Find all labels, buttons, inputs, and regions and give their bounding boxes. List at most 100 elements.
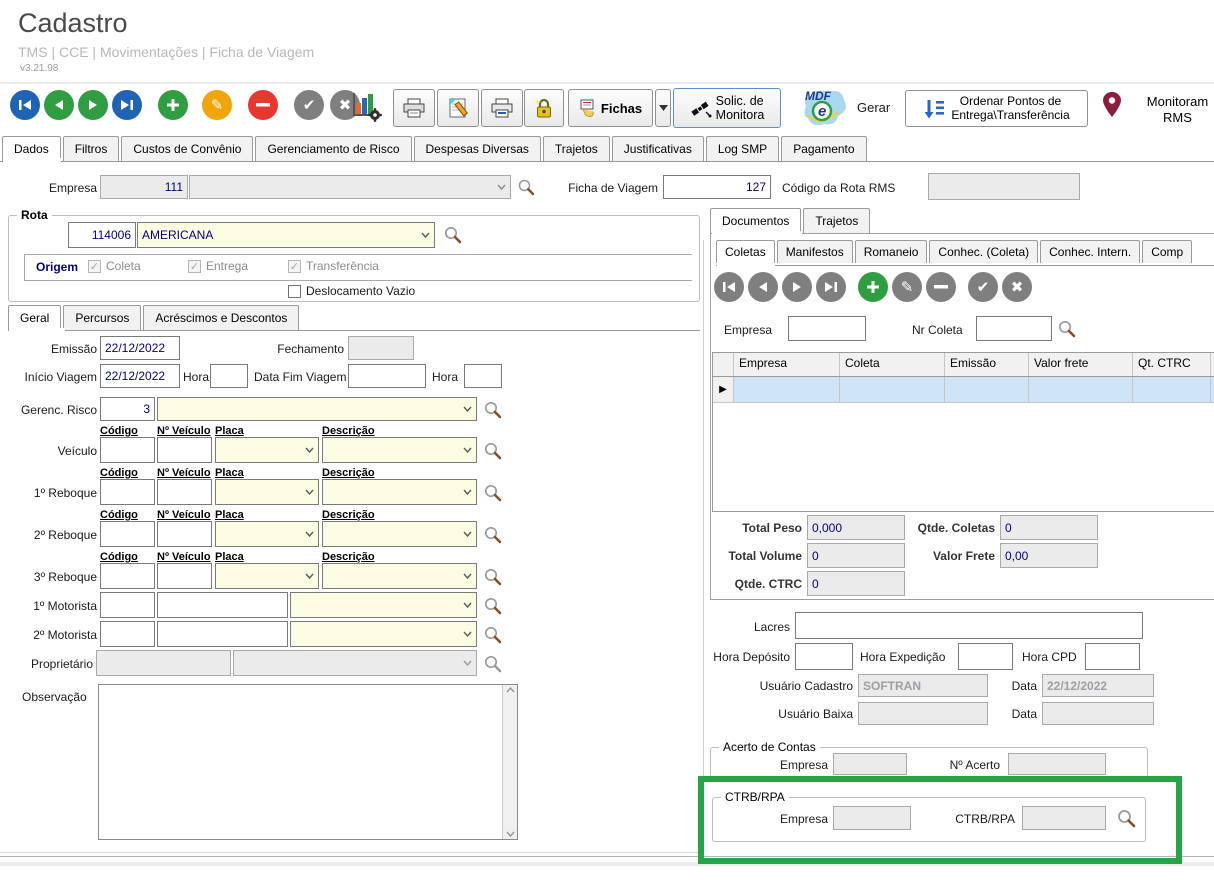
tab-acrescimos[interactable]: Acréscimos e Descontos <box>143 305 299 330</box>
report-edit-button[interactable] <box>437 89 479 127</box>
coletas-next-button[interactable] <box>782 272 812 302</box>
motorista1-combo[interactable] <box>290 592 477 618</box>
tab-log-smp[interactable]: Log SMP <box>706 136 779 161</box>
motorista2-search-icon[interactable] <box>482 624 502 644</box>
reboque1-placa-combo[interactable] <box>215 479 319 505</box>
coletas-table[interactable]: Empresa Coleta Emissão Valor frete Qt. C… <box>712 352 1214 512</box>
tab-trajetos[interactable]: Trajetos <box>543 136 610 161</box>
motorista2-nome-field[interactable] <box>157 621 288 647</box>
delete-record-button[interactable] <box>248 90 278 120</box>
coletas-cancel-button[interactable]: ✖ <box>1002 272 1032 302</box>
tab-coletas[interactable]: Coletas <box>716 240 775 263</box>
observacao-textarea[interactable] <box>98 684 518 840</box>
hora-fim-field[interactable] <box>464 364 502 388</box>
reboque2-search-icon[interactable] <box>482 524 502 544</box>
tab-pagamento[interactable]: Pagamento <box>781 136 866 161</box>
empresa-colheader[interactable]: Empresa <box>734 353 840 376</box>
hora-cpd-field[interactable] <box>1085 643 1140 670</box>
last-record-button[interactable] <box>112 90 142 120</box>
veiculo-numero-field[interactable] <box>157 437 212 463</box>
acerto-empresa-field[interactable] <box>833 753 907 775</box>
chevron-down-icon[interactable] <box>417 223 434 247</box>
ctrb-rpa-field[interactable] <box>1022 806 1106 830</box>
tab-geral[interactable]: Geral <box>8 305 61 330</box>
fichas-dropdown-button[interactable] <box>655 89 671 127</box>
rota-name-combo[interactable]: AMERICANA <box>137 222 435 248</box>
confirm-button[interactable]: ✔ <box>294 90 324 120</box>
add-record-button[interactable] <box>158 90 188 120</box>
gerenc-risco-code-field[interactable]: 3 <box>100 397 155 421</box>
proprietario-codigo-field[interactable] <box>96 650 231 676</box>
solic-monitora-button[interactable]: Solic. de Monitora <box>673 88 781 128</box>
reboque3-codigo-field[interactable] <box>100 563 155 589</box>
inicio-viagem-field[interactable]: 22/12/2022 <box>100 364 180 388</box>
data-fim-field[interactable] <box>348 364 426 388</box>
coletas-last-button[interactable] <box>816 272 846 302</box>
motorista2-codigo-field[interactable] <box>100 621 155 647</box>
proprietario-combo[interactable] <box>233 650 477 676</box>
ctrb-rpa-search-icon[interactable] <box>1116 808 1136 828</box>
row-selector-cell[interactable]: ▶ <box>713 377 734 402</box>
transferencia-checkbox[interactable]: ✓ <box>288 260 301 273</box>
coletas-delete-button[interactable] <box>926 272 956 302</box>
tab-justificativas[interactable]: Justificativas <box>612 136 704 161</box>
veiculo-codigo-field[interactable] <box>100 437 155 463</box>
veiculo-search-icon[interactable] <box>482 440 502 460</box>
veiculo-placa-combo[interactable] <box>215 437 319 463</box>
gerar-label[interactable]: Gerar <box>857 100 890 115</box>
chevron-down-icon[interactable] <box>459 480 476 504</box>
next-record-button[interactable] <box>78 90 108 120</box>
tab-romaneio[interactable]: Romaneio <box>855 240 928 263</box>
chevron-down-icon[interactable] <box>301 522 318 546</box>
empresa-code-field[interactable]: 111 <box>100 175 188 199</box>
gerenc-risco-combo[interactable] <box>157 397 477 421</box>
valor-frete-colheader[interactable]: Valor frete <box>1029 353 1133 376</box>
reboque1-numero-field[interactable] <box>157 479 212 505</box>
fechamento-field[interactable] <box>348 336 414 360</box>
reboque1-codigo-field[interactable] <box>100 479 155 505</box>
empresa-search-icon[interactable] <box>516 177 536 197</box>
first-record-button[interactable] <box>10 90 40 120</box>
edit-record-button[interactable]: ✎ <box>202 90 232 120</box>
tab-comp[interactable]: Comp <box>1142 240 1192 263</box>
tab-gerenciamento-risco[interactable]: Gerenciamento de Risco <box>255 136 411 161</box>
tab-despesas-diversas[interactable]: Despesas Diversas <box>414 136 541 161</box>
ficha-viagem-field[interactable]: 127 <box>663 175 771 199</box>
coletas-previous-button[interactable] <box>748 272 778 302</box>
chevron-down-icon[interactable] <box>459 593 476 617</box>
chart-settings-button[interactable] <box>350 90 382 122</box>
veiculo-descricao-combo[interactable] <box>322 437 477 463</box>
tab-filtros[interactable]: Filtros <box>63 136 120 161</box>
motorista1-codigo-field[interactable] <box>100 592 155 618</box>
chevron-down-icon[interactable] <box>459 564 476 588</box>
tab-trajetos-right[interactable]: Trajetos <box>803 208 870 233</box>
coletas-empresa-field[interactable] <box>788 316 866 341</box>
empresa-name-combo[interactable] <box>189 175 511 199</box>
coletas-table-row[interactable]: ▶ <box>713 377 1214 403</box>
qt-ctrc-colheader[interactable]: Qt. CTRC <box>1133 353 1211 376</box>
reboque1-search-icon[interactable] <box>482 482 502 502</box>
reboque2-descricao-combo[interactable] <box>322 521 477 547</box>
coletas-edit-button[interactable]: ✎ <box>892 272 922 302</box>
previous-record-button[interactable] <box>44 90 74 120</box>
chevron-down-icon[interactable] <box>301 564 318 588</box>
hora-inicio-field[interactable] <box>210 364 248 388</box>
lacres-field[interactable] <box>795 612 1143 639</box>
codigo-rota-rms-field[interactable] <box>928 173 1080 200</box>
chevron-down-icon[interactable] <box>301 438 318 462</box>
n-acerto-field[interactable] <box>1008 753 1106 775</box>
coleta-checkbox[interactable]: ✓ <box>88 260 101 273</box>
reboque3-placa-combo[interactable] <box>215 563 319 589</box>
rota-code-field[interactable]: 114006 <box>68 222 136 248</box>
reboque3-numero-field[interactable] <box>157 563 212 589</box>
chevron-down-icon[interactable] <box>459 651 476 675</box>
monitoram-rms-button[interactable] <box>1102 91 1122 124</box>
chevron-down-icon[interactable] <box>459 438 476 462</box>
reboque3-descricao-combo[interactable] <box>322 563 477 589</box>
coletas-add-button[interactable] <box>858 272 888 302</box>
tab-manifestos[interactable]: Manifestos <box>777 240 853 263</box>
motorista1-search-icon[interactable] <box>482 595 502 615</box>
gerenc-risco-search-icon[interactable] <box>482 399 502 419</box>
nr-coleta-field[interactable] <box>976 316 1052 341</box>
proprietario-search-icon[interactable] <box>482 653 502 673</box>
